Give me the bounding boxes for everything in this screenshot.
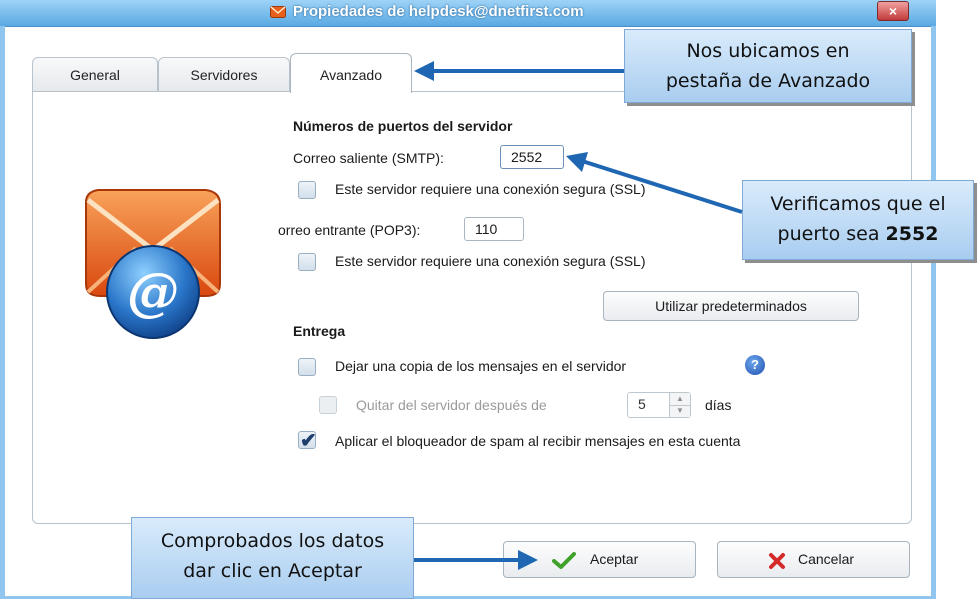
window-frame-left — [0, 26, 5, 599]
cancel-button[interactable]: Cancelar — [717, 541, 910, 578]
close-button[interactable]: × — [877, 1, 909, 21]
title-bar: Propiedades de helpdesk@dnetfirst.com × — [0, 0, 936, 27]
port-annotation-value: 2552 — [885, 223, 939, 245]
svg-text:@: @ — [127, 262, 179, 323]
remove-after-label: Quitar del servidor después de — [356, 397, 547, 413]
ports-heading: Números de puertos del servidor — [293, 118, 513, 134]
days-label: días — [705, 397, 732, 413]
tab-avanzado[interactable]: Avanzado — [290, 53, 412, 93]
port-annotation-line1: Verificamos que el — [770, 193, 946, 215]
cancel-label: Cancelar — [798, 551, 855, 567]
stepper-down-icon: ▼ — [676, 406, 684, 415]
mail-at-icon: @ — [85, 189, 221, 339]
leave-copy-checkbox[interactable] — [298, 358, 316, 376]
smtp-label: Correo saliente (SMTP): — [293, 150, 444, 166]
window-frame-right — [931, 26, 936, 599]
envelope-icon — [270, 6, 286, 18]
tab-annotation-line2: pestaña de Avanzado — [665, 70, 871, 92]
help-icon[interactable]: ? — [745, 355, 765, 375]
accept-label: Aceptar — [590, 551, 639, 567]
remove-after-checkbox — [319, 396, 337, 414]
port-annotation-callout: Verificamos que el puerto sea 2552 — [742, 180, 974, 260]
use-defaults-button[interactable]: Utilizar predeterminados — [603, 291, 859, 321]
tab-general[interactable]: General — [32, 57, 158, 91]
tab-servidores[interactable]: Servidores — [158, 57, 290, 91]
x-icon — [769, 553, 785, 569]
remove-after-days-stepper: 5 ▲ ▼ — [627, 392, 691, 418]
checkmark-icon — [552, 552, 576, 569]
accept-button[interactable]: Aceptar — [503, 541, 696, 578]
pop3-label: orreo entrante (POP3): — [278, 222, 421, 238]
accept-annotation-callout: Comprobados los datos dar clic en Acepta… — [131, 517, 414, 599]
tab-annotation-line1: Nos ubicamos en — [686, 40, 850, 62]
leave-copy-label: Dejar una copia de los mensajes en el se… — [335, 358, 627, 374]
remove-after-days-value: 5 — [638, 396, 646, 412]
pop3-ssl-checkbox[interactable] — [298, 253, 316, 271]
smtp-ssl-checkbox[interactable] — [298, 181, 316, 199]
accept-annotation-line1: Comprobados los datos — [160, 530, 385, 552]
window-title: Propiedades de helpdesk@dnetfirst.com — [293, 3, 584, 20]
spam-blocker-checkbox[interactable]: ✔ — [298, 430, 317, 452]
delivery-heading: Entrega — [293, 323, 346, 339]
pop3-ssl-label: Este servidor requiere una conexión segu… — [335, 253, 646, 269]
tab-annotation-callout: Nos ubicamos en pestaña de Avanzado — [624, 29, 912, 103]
port-annotation-prefix: puerto sea — [777, 223, 880, 245]
port-annotation-line2: puerto sea 2552 — [743, 219, 973, 249]
pop3-port-input[interactable]: 110 — [464, 217, 524, 241]
spam-blocker-label: Aplicar el bloqueador de spam al recibir… — [335, 433, 741, 449]
smtp-ssl-label: Este servidor requiere una conexión segu… — [335, 181, 646, 197]
accept-annotation-line2: dar clic en Aceptar — [183, 560, 362, 582]
stepper-arrows: ▲ ▼ — [669, 393, 690, 417]
smtp-port-input[interactable]: 2552 — [500, 145, 564, 169]
checkmark-icon: ✔ — [300, 430, 317, 452]
